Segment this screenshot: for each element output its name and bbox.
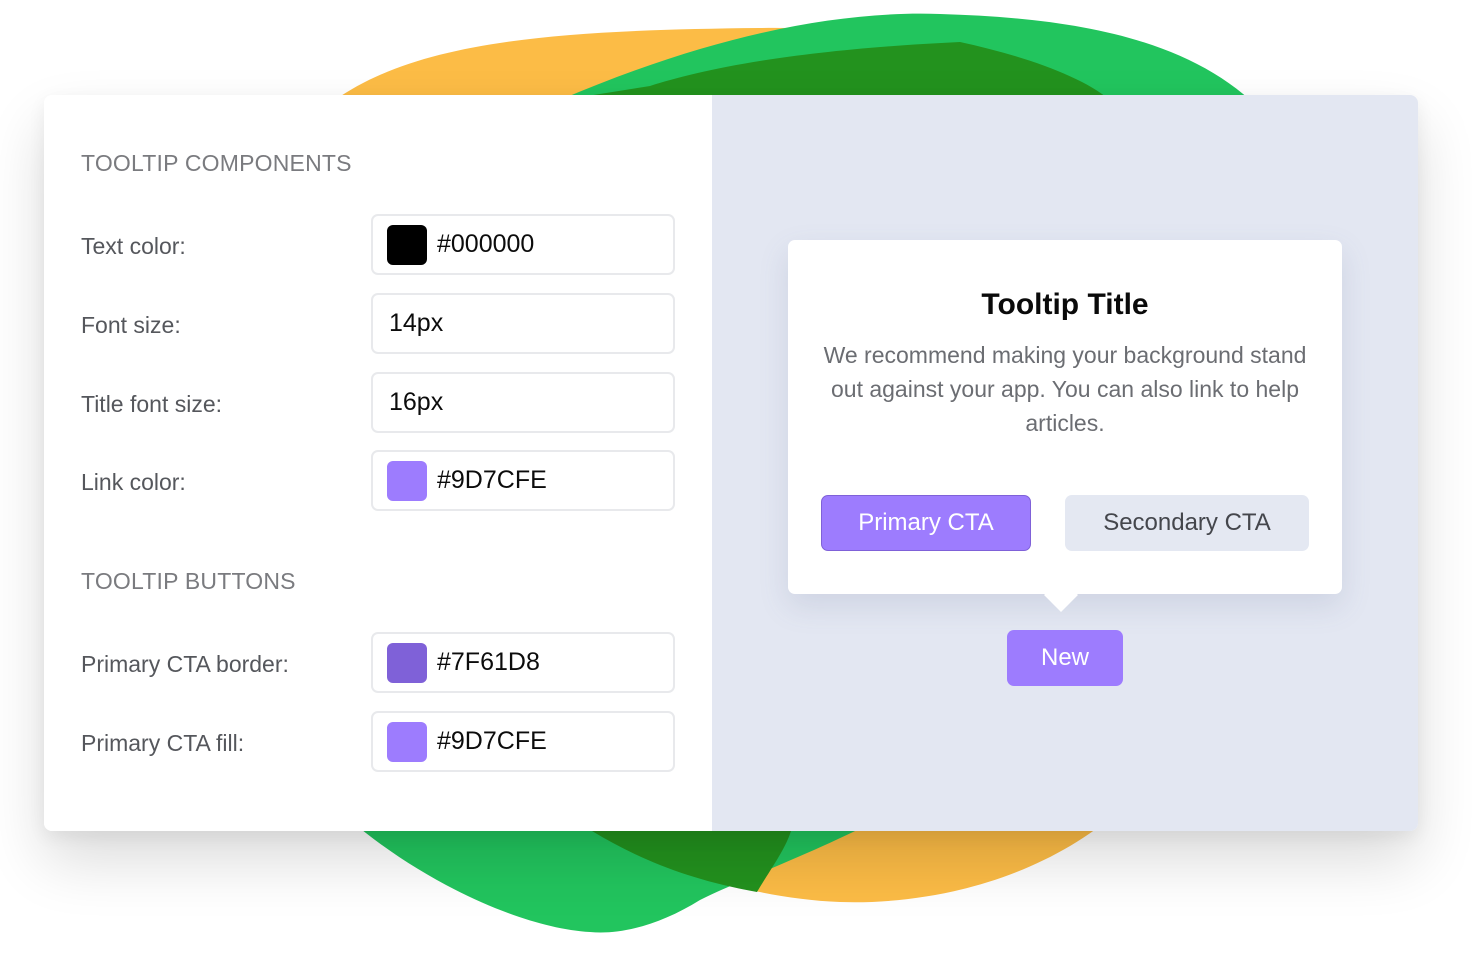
settings-panel: TOOLTIP COMPONENTS Text color: #000000 F… — [44, 95, 712, 831]
text-color-value: #000000 — [437, 230, 535, 258]
title-font-size-label: Title font size: — [81, 391, 223, 417]
new-beacon-button[interactable]: New — [1007, 630, 1123, 686]
font-size-label: Font size: — [81, 312, 181, 338]
tooltip-preview: Tooltip Title We recommend making your b… — [788, 240, 1342, 612]
primary-cta-fill-value: #9D7CFE — [437, 727, 547, 755]
title-font-size-value: 16px — [389, 388, 444, 416]
primary-cta-border-value: #7F61D8 — [437, 648, 540, 676]
tooltip-body: We recommend making your background stan… — [823, 342, 1307, 436]
primary-cta-border-label: Primary CTA border: — [81, 651, 289, 677]
section-title-buttons: TOOLTIP BUTTONS — [81, 568, 296, 594]
tooltip-title: Tooltip Title — [981, 288, 1149, 321]
preview-panel: Tooltip Title We recommend making your b… — [712, 95, 1418, 831]
primary-cta-fill-label: Primary CTA fill: — [81, 730, 245, 756]
title-font-size-field[interactable]: 16px — [371, 372, 675, 433]
tooltip-settings-card: TOOLTIP COMPONENTS Text color: #000000 F… — [44, 95, 1418, 831]
secondary-cta-button[interactable]: Secondary CTA — [1065, 495, 1309, 551]
link-color-swatch[interactable] — [387, 460, 427, 501]
primary-cta-button[interactable]: Primary CTA — [821, 495, 1031, 551]
link-color-value: #9D7CFE — [437, 466, 547, 494]
text-color-label: Text color: — [81, 233, 186, 259]
primary-cta-fill-field[interactable]: #9D7CFE — [371, 711, 675, 772]
text-color-field[interactable]: #000000 — [371, 214, 675, 275]
font-size-field[interactable]: 14px — [371, 293, 675, 354]
tooltip-arrow — [1044, 578, 1078, 612]
section-title-components: TOOLTIP COMPONENTS — [81, 150, 352, 176]
primary-cta-border-field[interactable]: #7F61D8 — [371, 632, 675, 693]
link-color-label: Link color: — [81, 469, 186, 495]
primary-cta-border-swatch[interactable] — [387, 642, 427, 683]
primary-cta-fill-swatch[interactable] — [387, 721, 427, 762]
font-size-value: 14px — [389, 309, 444, 337]
link-color-field[interactable]: #9D7CFE — [371, 450, 675, 511]
text-color-swatch[interactable] — [387, 224, 427, 265]
